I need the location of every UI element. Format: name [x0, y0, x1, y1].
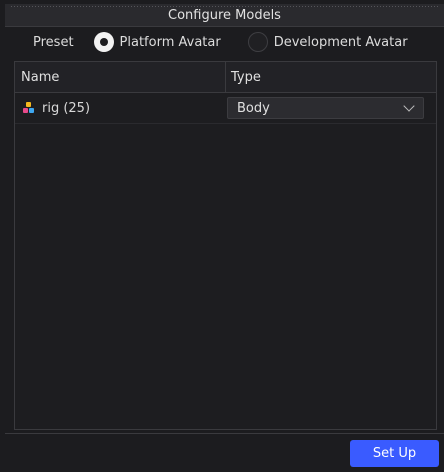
row-type-cell: Body	[226, 97, 436, 119]
dialog-title: Configure Models	[168, 7, 281, 23]
model-icon	[23, 102, 35, 114]
row-name-cell: rig (25)	[15, 101, 226, 116]
preset-option-platform-avatar[interactable]: Platform Avatar	[93, 32, 221, 52]
models-table: Name Type rig (25) Body	[14, 61, 437, 430]
radio-checked-icon[interactable]	[93, 32, 114, 52]
table-row[interactable]: rig (25) Body	[15, 93, 436, 124]
type-select[interactable]: Body	[227, 97, 424, 119]
dialog-title-bar: Configure Models	[5, 4, 444, 27]
drag-grip[interactable]	[11, 6, 438, 7]
column-header-name[interactable]: Name	[15, 62, 226, 92]
table-header: Name Type	[15, 62, 436, 93]
preset-label: Preset	[33, 34, 74, 50]
preset-option-label: Platform Avatar	[119, 34, 221, 50]
row-name: rig (25)	[42, 100, 91, 116]
chevron-down-icon	[403, 100, 415, 112]
footer-divider	[5, 433, 444, 434]
type-select-value: Body	[237, 100, 270, 116]
preset-option-label: Development Avatar	[273, 34, 408, 50]
radio-unchecked-icon[interactable]	[247, 32, 268, 52]
set-up-button[interactable]: Set Up	[350, 440, 439, 467]
preset-option-development-avatar[interactable]: Development Avatar	[247, 32, 408, 52]
column-header-type[interactable]: Type	[226, 62, 436, 92]
preset-row: Preset Platform Avatar Development Avata…	[5, 28, 444, 56]
